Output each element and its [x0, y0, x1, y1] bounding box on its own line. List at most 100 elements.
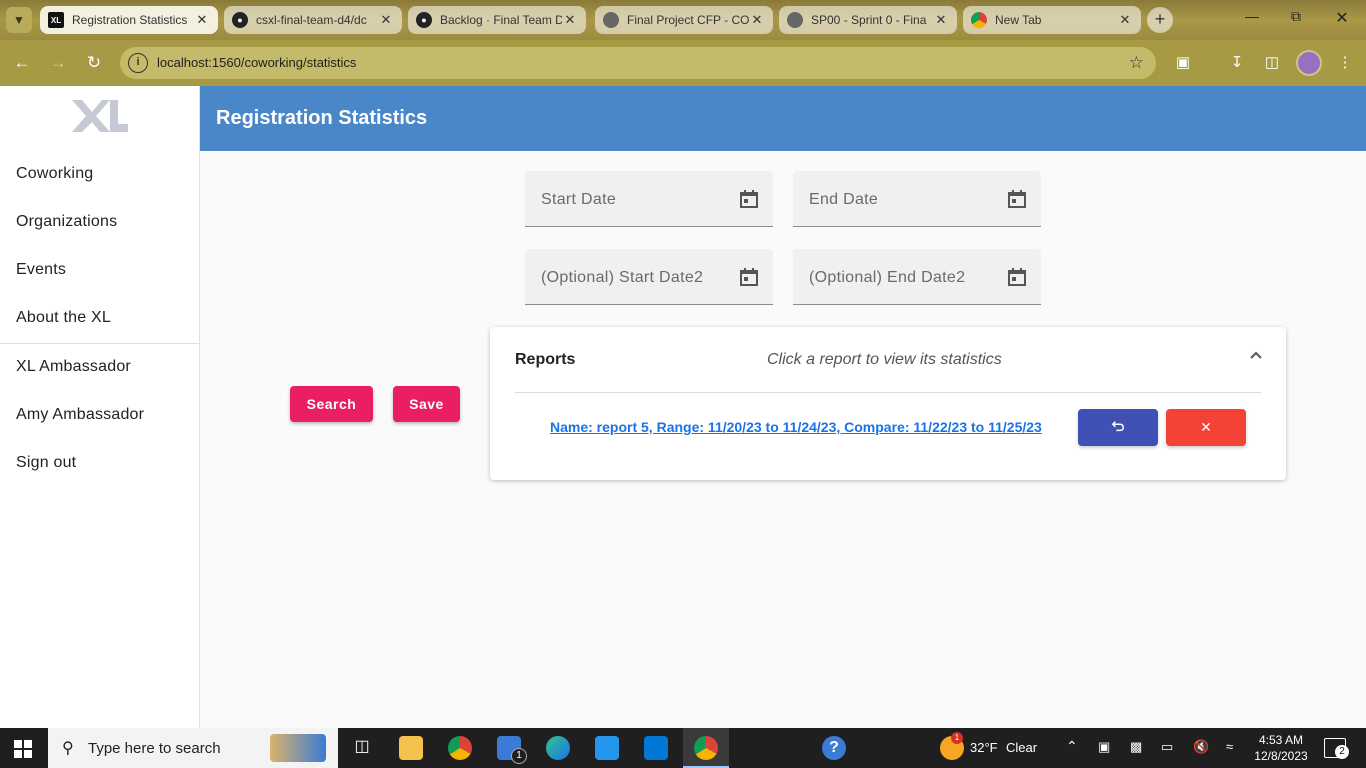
- chevron-up-icon[interactable]: [1248, 347, 1264, 363]
- site-info-icon[interactable]: i: [128, 53, 148, 73]
- close-icon[interactable]: ✕: [562, 12, 578, 28]
- globe-icon: [787, 12, 803, 28]
- page-title: Registration Statistics: [216, 107, 428, 129]
- reload-icon[interactable]: ↻: [82, 51, 106, 75]
- wifi-icon[interactable]: ≈: [1226, 739, 1233, 754]
- close-icon[interactable]: ✕: [1117, 12, 1133, 28]
- sidebar-item-organizations[interactable]: Organizations: [16, 213, 117, 231]
- reports-divider: [515, 392, 1261, 393]
- profile-avatar[interactable]: [1296, 50, 1322, 76]
- tab-registration-statistics[interactable]: XL Registration Statistics ✕: [40, 6, 218, 34]
- help-icon[interactable]: ?: [822, 736, 846, 760]
- sidebar-item-events[interactable]: Events: [16, 261, 66, 279]
- edge-icon[interactable]: [546, 736, 570, 760]
- taskbar-search-box[interactable]: ⚲ Type here to search: [48, 728, 338, 768]
- chrome-icon[interactable]: [448, 736, 472, 760]
- close-icon[interactable]: ✕: [749, 12, 765, 28]
- restore-report-button[interactable]: [1078, 409, 1158, 446]
- sidebar-item-xl-ambassador[interactable]: XL Ambassador: [16, 358, 131, 376]
- tab-backlog[interactable]: ● Backlog · Final Team D ✕: [408, 6, 586, 34]
- start-date2-placeholder: (Optional) Start Date2: [541, 269, 704, 286]
- tab-label: csxl-final-team-d4/dc: [256, 13, 367, 27]
- page-header: Registration Statistics: [200, 86, 1366, 151]
- docker-icon[interactable]: [595, 736, 619, 760]
- new-tab-button[interactable]: +: [1147, 7, 1173, 33]
- start-date2-field[interactable]: (Optional) Start Date2: [525, 249, 773, 305]
- bookmark-star-icon[interactable]: ☆: [1129, 53, 1144, 73]
- sidebar-item-profile[interactable]: Amy Ambassador: [16, 406, 144, 424]
- close-window-icon[interactable]: ✕: [1330, 8, 1354, 28]
- download-icon[interactable]: ↧: [1226, 52, 1248, 74]
- calendar-icon[interactable]: [1007, 267, 1027, 287]
- tray-chevron-up-icon[interactable]: ⌃: [1066, 738, 1078, 755]
- windows-start-icon[interactable]: [14, 740, 32, 758]
- sidebar-divider: [0, 343, 199, 344]
- github-icon: ●: [416, 12, 432, 28]
- calendar-icon[interactable]: [739, 267, 759, 287]
- tab-label: New Tab: [995, 13, 1042, 27]
- calendar-icon[interactable]: [1007, 189, 1027, 209]
- mail-icon[interactable]: 1: [497, 736, 527, 764]
- end-date-placeholder: End Date: [809, 191, 879, 208]
- close-icon[interactable]: ✕: [378, 12, 394, 28]
- tab-new-tab[interactable]: New Tab ✕: [963, 6, 1141, 34]
- xl-icon: XL: [48, 12, 64, 28]
- close-icon[interactable]: ✕: [933, 12, 949, 28]
- save-button[interactable]: Save: [393, 386, 460, 422]
- end-date2-field[interactable]: (Optional) End Date2: [793, 249, 1041, 305]
- kebab-menu-icon[interactable]: ⋮: [1334, 52, 1356, 74]
- sidebar: XL Coworking Organizations Events About …: [0, 86, 200, 728]
- sidebar-item-coworking[interactable]: Coworking: [16, 165, 93, 183]
- github-icon: ●: [232, 12, 248, 28]
- side-panel-icon[interactable]: ◫: [1261, 52, 1283, 74]
- minimize-icon[interactable]: —: [1240, 8, 1264, 24]
- sidebar-item-sign-out[interactable]: Sign out: [16, 454, 76, 472]
- tab-label: SP00 - Sprint 0 - Fina: [811, 13, 927, 27]
- close-icon[interactable]: ✕: [194, 12, 210, 28]
- address-bar[interactable]: i localhost:1560/coworking/statistics ☆: [120, 47, 1156, 79]
- back-arrow-icon[interactable]: ←: [10, 51, 34, 75]
- sidebar-item-about[interactable]: About the XL: [16, 309, 111, 327]
- tab-final-project-cfp[interactable]: Final Project CFP - CO ✕: [595, 6, 773, 34]
- weather-description[interactable]: Clear: [1006, 740, 1037, 755]
- display-icon[interactable]: ▩: [1130, 739, 1142, 755]
- taskbar-clock[interactable]: 4:53 AM 12/8/2023: [1246, 732, 1316, 764]
- xl-logo[interactable]: XL: [70, 98, 128, 134]
- browser-tab-bar: ▼ XL Registration Statistics ✕ ● csxl-fi…: [0, 0, 1366, 40]
- file-explorer-icon[interactable]: [399, 736, 423, 760]
- search-icon: ⚲: [62, 740, 74, 757]
- taskbar-search-placeholder: Type here to search: [88, 740, 221, 757]
- windows-taskbar: ⚲ Type here to search ◫ 1 ? 1 32°F Clear…: [0, 728, 1366, 768]
- forward-arrow-icon[interactable]: →: [46, 51, 70, 75]
- end-date-field[interactable]: End Date: [793, 171, 1041, 227]
- chrome-icon: [694, 736, 718, 760]
- weather-icon[interactable]: 1: [940, 732, 964, 760]
- close-icon: ✕: [1200, 419, 1212, 435]
- url-text[interactable]: localhost:1560/coworking/statistics: [157, 55, 356, 70]
- browser-toolbar: ← → ↻ i localhost:1560/coworking/statist…: [0, 40, 1366, 86]
- reports-description: Click a report to view its statistics: [767, 351, 1002, 368]
- task-view-icon[interactable]: ◫: [350, 736, 374, 760]
- reports-title[interactable]: Reports: [515, 351, 575, 369]
- report-link[interactable]: Name: report 5, Range: 11/20/23 to 11/24…: [550, 419, 1042, 435]
- tab-github-repo[interactable]: ● csxl-final-team-d4/dc ✕: [224, 6, 402, 34]
- calendar-icon[interactable]: [739, 189, 759, 209]
- meet-icon[interactable]: ▣: [1098, 739, 1110, 755]
- tab-search-chevron-icon[interactable]: ▼: [6, 7, 32, 33]
- search-button[interactable]: Search: [290, 386, 373, 422]
- restore-window-icon[interactable]: ⧉: [1284, 8, 1308, 25]
- reports-panel: Reports Click a report to view its stati…: [490, 327, 1286, 480]
- undo-icon: [1111, 421, 1124, 432]
- clock-time: 4:53 AM: [1258, 733, 1304, 747]
- vscode-icon[interactable]: [644, 736, 668, 760]
- volume-muted-icon[interactable]: 🔇: [1193, 739, 1209, 755]
- notifications-icon[interactable]: 2: [1324, 738, 1349, 759]
- battery-icon[interactable]: ▭: [1161, 739, 1173, 755]
- weather-temperature[interactable]: 32°F: [970, 740, 998, 755]
- start-date-field[interactable]: Start Date: [525, 171, 773, 227]
- chrome-profile-taskbar-button[interactable]: [683, 728, 729, 768]
- delete-report-button[interactable]: ✕: [1166, 409, 1246, 446]
- tab-sp00-sprint[interactable]: SP00 - Sprint 0 - Fina ✕: [779, 6, 957, 34]
- extensions-icon[interactable]: ▣: [1172, 52, 1194, 74]
- search-highlight-image: [270, 734, 326, 762]
